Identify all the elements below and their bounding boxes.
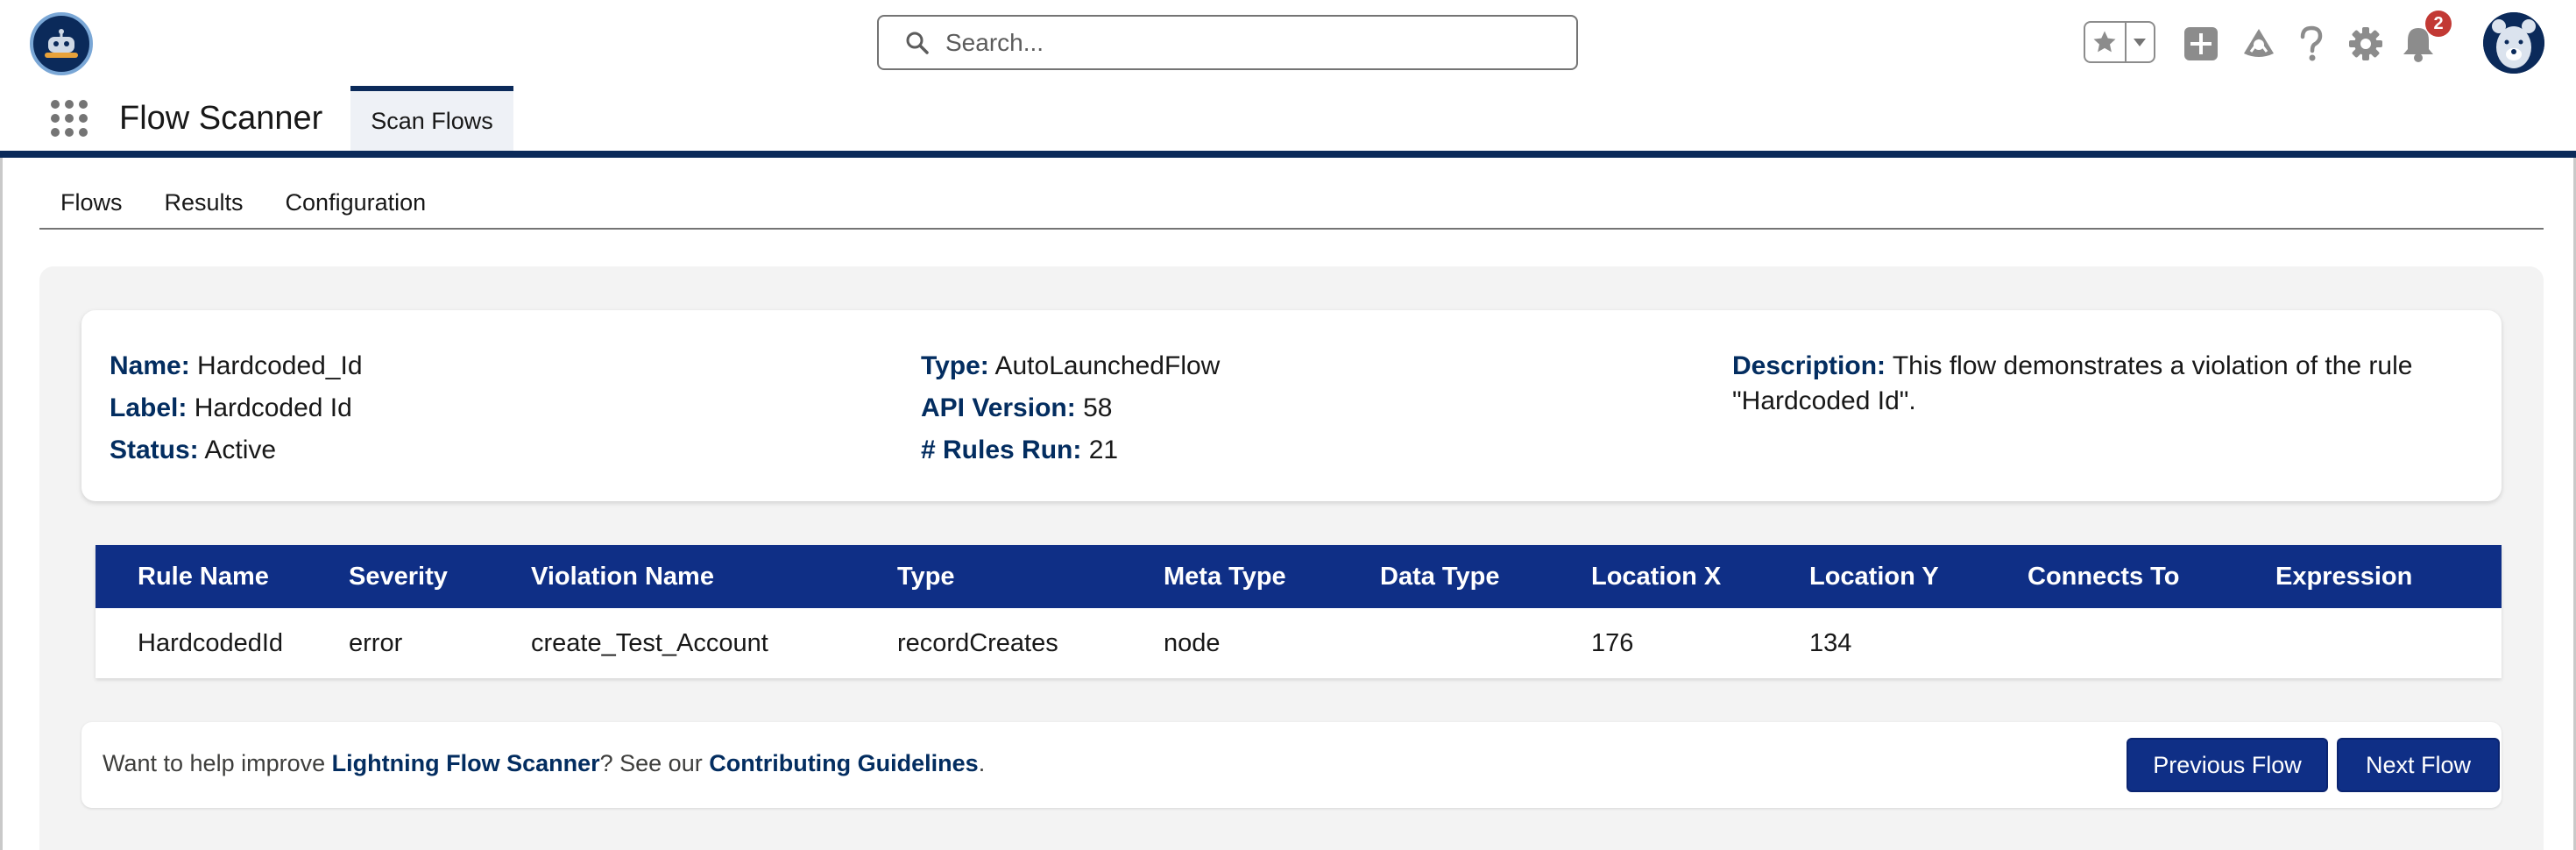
cell-violation-name: create_Test_Account bbox=[531, 628, 768, 657]
detail-rules-run: # Rules Run: 21 bbox=[921, 429, 1220, 471]
robot-logo-icon bbox=[45, 29, 78, 58]
label-label: Label: bbox=[110, 393, 188, 422]
details-column-3: Description: This flow demonstrates a vi… bbox=[1732, 349, 2468, 419]
app-launcher-grid-icon bbox=[51, 100, 88, 137]
gear-icon bbox=[2349, 27, 2382, 60]
detail-api-version: API Version: 58 bbox=[921, 387, 1220, 429]
lightning-flow-scanner-link[interactable]: Lightning Flow Scanner bbox=[332, 750, 600, 776]
footer-text-middle: ? See our bbox=[599, 750, 710, 776]
tab-configuration[interactable]: Configuration bbox=[286, 189, 427, 216]
cell-rule-name: HardcodedId bbox=[138, 628, 284, 657]
name-label: Name: bbox=[110, 351, 190, 380]
global-header: 2 bbox=[0, 0, 2576, 88]
column-header-meta-type[interactable]: Meta Type bbox=[1164, 545, 1380, 608]
user-avatar[interactable] bbox=[2483, 12, 2544, 74]
star-icon bbox=[2093, 31, 2116, 53]
type-value: AutoLaunchedFlow bbox=[994, 351, 1221, 380]
flow-details-card: Name: Hardcoded_Id Label: Hardcoded Id S… bbox=[81, 310, 2502, 501]
cell-type: recordCreates bbox=[897, 628, 1058, 657]
status-value: Active bbox=[204, 436, 277, 464]
violations-table: Rule Name Severity Violation Name Type M… bbox=[96, 545, 2502, 678]
org-logo[interactable] bbox=[30, 12, 93, 75]
details-column-1: Name: Hardcoded_Id Label: Hardcoded Id S… bbox=[110, 345, 363, 471]
status-label: Status: bbox=[110, 436, 199, 464]
table-header-row: Rule Name Severity Violation Name Type M… bbox=[96, 545, 2502, 608]
search-input[interactable] bbox=[945, 28, 1559, 57]
cell-severity: error bbox=[349, 628, 403, 657]
cell-data-type bbox=[1380, 608, 1591, 678]
cell-location-y: 134 bbox=[1809, 628, 1852, 657]
previous-flow-button[interactable]: Previous Flow bbox=[2127, 738, 2328, 792]
cell-location-x: 176 bbox=[1591, 628, 1634, 657]
app-launcher-button[interactable] bbox=[49, 98, 89, 138]
contribute-text: Want to help improve Lightning Flow Scan… bbox=[103, 750, 985, 777]
column-header-location-y[interactable]: Location Y bbox=[1809, 545, 2028, 608]
favorites-star-button[interactable] bbox=[2085, 23, 2127, 61]
chevron-down-icon bbox=[2134, 39, 2147, 46]
column-header-connects-to[interactable]: Connects To bbox=[2028, 545, 2275, 608]
page-body: Flows Results Configuration Name: Hardco… bbox=[0, 158, 2576, 850]
tab-flows[interactable]: Flows bbox=[60, 189, 123, 216]
column-header-violation-name[interactable]: Violation Name bbox=[531, 545, 897, 608]
rules-run-label: # Rules Run: bbox=[921, 436, 1082, 464]
next-flow-button[interactable]: Next Flow bbox=[2337, 738, 2500, 792]
column-header-type[interactable]: Type bbox=[897, 545, 1164, 608]
avatar-icon bbox=[2483, 12, 2544, 74]
name-value: Hardcoded_Id bbox=[197, 351, 363, 380]
favorites-dropdown-button[interactable] bbox=[2127, 23, 2154, 61]
column-header-rule-name[interactable]: Rule Name bbox=[96, 545, 349, 608]
cell-connects-to bbox=[2028, 608, 2275, 678]
details-column-2: Type: AutoLaunchedFlow API Version: 58 #… bbox=[921, 345, 1220, 471]
help-button[interactable] bbox=[2292, 25, 2331, 63]
footer-text-end: . bbox=[978, 750, 986, 776]
table-row: HardcodedId error create_Test_Account re… bbox=[96, 608, 2502, 678]
contribute-footer: Want to help improve Lightning Flow Scan… bbox=[81, 722, 2502, 808]
trailhead-icon bbox=[2244, 29, 2274, 57]
nav-tab-scan-flows[interactable]: Scan Flows bbox=[350, 86, 513, 151]
api-version-label: API Version: bbox=[921, 393, 1076, 422]
cell-meta-type: node bbox=[1164, 628, 1221, 657]
api-version-value: 58 bbox=[1083, 393, 1113, 422]
tab-results[interactable]: Results bbox=[165, 189, 244, 216]
search-icon bbox=[906, 32, 929, 54]
favorites-button-group bbox=[2084, 21, 2155, 63]
page-tabset: Flows Results Configuration bbox=[39, 177, 2544, 230]
rules-run-value: 21 bbox=[1088, 436, 1119, 464]
app-navigation-bar: Flow Scanner Scan Flows bbox=[0, 86, 2576, 152]
cell-expression bbox=[2275, 608, 2502, 678]
detail-label: Label: Hardcoded Id bbox=[110, 387, 363, 429]
type-label: Type: bbox=[921, 351, 989, 380]
add-icon bbox=[2184, 27, 2218, 60]
trailhead-button[interactable] bbox=[2240, 25, 2278, 63]
detail-status: Status: Active bbox=[110, 429, 363, 471]
global-search[interactable] bbox=[877, 15, 1578, 70]
global-actions-button[interactable] bbox=[2182, 25, 2220, 63]
contributing-guidelines-link[interactable]: Contributing Guidelines bbox=[709, 750, 978, 776]
column-header-expression[interactable]: Expression bbox=[2275, 545, 2502, 608]
setup-button[interactable] bbox=[2346, 25, 2385, 63]
column-header-location-x[interactable]: Location X bbox=[1591, 545, 1809, 608]
detail-type: Type: AutoLaunchedFlow bbox=[921, 345, 1220, 387]
app-name: Flow Scanner bbox=[119, 100, 323, 137]
description-label: Description: bbox=[1732, 351, 1886, 380]
help-icon bbox=[2300, 25, 2323, 61]
column-header-severity[interactable]: Severity bbox=[349, 545, 531, 608]
results-panel: Name: Hardcoded_Id Label: Hardcoded Id S… bbox=[39, 266, 2544, 850]
nav-accent-bar bbox=[0, 151, 2576, 158]
column-header-data-type[interactable]: Data Type bbox=[1380, 545, 1591, 608]
notification-count-badge: 2 bbox=[2425, 11, 2452, 37]
label-value: Hardcoded Id bbox=[194, 393, 352, 422]
footer-text-start: Want to help improve bbox=[103, 750, 332, 776]
detail-name: Name: Hardcoded_Id bbox=[110, 345, 363, 387]
